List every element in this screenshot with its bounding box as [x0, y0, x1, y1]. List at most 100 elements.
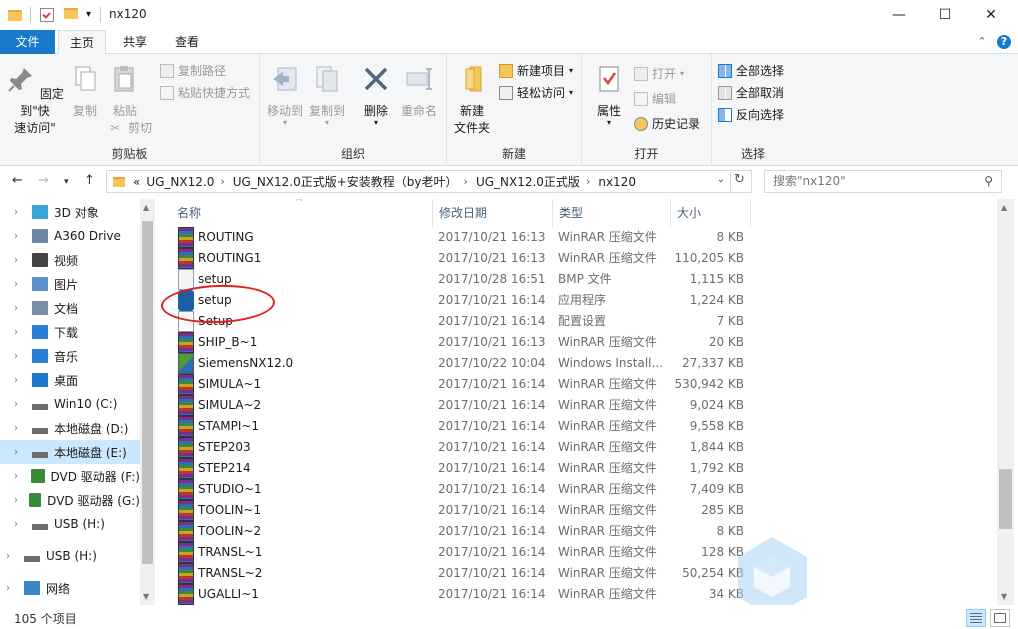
nav-item[interactable]: › Win10 (C:) — [0, 392, 140, 416]
properties-quick-icon[interactable] — [40, 8, 54, 22]
scroll-down-icon[interactable]: ▼ — [143, 592, 149, 601]
minimize-button[interactable]: — — [876, 0, 922, 30]
new-folder-quick-icon[interactable] — [64, 8, 78, 19]
file-row[interactable]: STAMPI~1 2017/10/21 16:14 WinRAR 压缩文件 9,558… — [170, 416, 750, 437]
scroll-up-icon[interactable]: ▲ — [143, 203, 149, 212]
chevron-right-icon[interactable]: › — [220, 175, 224, 188]
edit-button[interactable]: 编辑 — [634, 89, 676, 109]
up-arrow-icon[interactable]: ↑ — [84, 173, 95, 188]
file-row[interactable]: SIMULA~2 2017/10/21 16:14 WinRAR 压缩文件 9,024… — [170, 395, 750, 416]
expand-chevron-icon[interactable]: › — [14, 231, 26, 242]
nav-item[interactable]: › 本地磁盘 (E:) — [0, 440, 140, 464]
expand-chevron-icon[interactable]: › — [14, 423, 26, 434]
customize-toolbar-icon[interactable]: ▾ — [86, 9, 91, 20]
expand-chevron-icon[interactable]: › — [6, 583, 18, 594]
column-header-type[interactable]: 类型 — [553, 199, 671, 227]
back-arrow-icon[interactable]: ← — [12, 173, 23, 188]
nav-scroll-thumb[interactable] — [142, 221, 153, 564]
file-row[interactable]: STEP214 2017/10/21 16:14 WinRAR 压缩文件 1,792 … — [170, 458, 750, 479]
file-row[interactable]: SIMULA~1 2017/10/21 16:14 WinRAR 压缩文件 530,9… — [170, 374, 750, 395]
tab-home[interactable]: 主页 — [58, 30, 106, 55]
file-row[interactable]: SiemensNX12.0 2017/10/22 10:04 Windows Ins… — [170, 353, 750, 374]
rename-button[interactable]: 重命名 — [397, 64, 441, 120]
breadcrumb-item[interactable]: UG_NX12.0 — [146, 175, 214, 189]
file-row[interactable]: SHIP_B~1 2017/10/21 16:13 WinRAR 压缩文件 20 KB — [170, 332, 750, 353]
move-to-button[interactable]: 移动到 ▾ — [265, 64, 305, 127]
open-button[interactable]: 打开 ▾ — [634, 64, 684, 84]
file-row[interactable]: TRANSL~1 2017/10/21 16:14 WinRAR 压缩文件 128 K… — [170, 542, 750, 563]
tab-view[interactable]: 查看 — [164, 30, 210, 54]
new-folder-button[interactable]: 新建 文件夹 — [451, 64, 493, 137]
collapse-ribbon-icon[interactable]: ⌃ — [975, 35, 989, 49]
expand-chevron-icon[interactable]: › — [14, 279, 26, 290]
scroll-up-icon[interactable]: ▲ — [1001, 203, 1007, 212]
file-row[interactable]: setup 2017/10/28 16:51 BMP 文件 1,115 KB — [170, 269, 750, 290]
file-list-scroll-thumb[interactable] — [999, 469, 1012, 529]
select-all-button[interactable]: 全部选择 — [718, 61, 784, 81]
expand-chevron-icon[interactable]: › — [14, 303, 26, 314]
paste-shortcut-button[interactable]: 粘贴快捷方式 — [160, 83, 250, 103]
address-dropdown-icon[interactable]: ⌄ — [717, 174, 725, 185]
file-list-scrollbar[interactable]: ▲ ▼ — [997, 199, 1014, 605]
breadcrumb-item[interactable]: UG_NX12.0正式版 — [476, 173, 580, 190]
nav-item[interactable]: › 音乐 — [0, 344, 140, 368]
easy-access-button[interactable]: 轻松访问 ▾ — [499, 83, 573, 103]
nav-scrollbar[interactable]: ▲ ▼ — [140, 199, 155, 605]
expand-chevron-icon[interactable]: › — [14, 255, 26, 266]
file-row[interactable]: STUDIO~1 2017/10/21 16:14 WinRAR 压缩文件 7,409… — [170, 479, 750, 500]
properties-button[interactable]: 属性 ▾ — [590, 64, 628, 127]
expand-chevron-icon[interactable]: › — [14, 207, 26, 218]
nav-item[interactable]: › 3D 对象 — [0, 200, 140, 224]
copy-path-button[interactable]: 复制路径 — [160, 61, 226, 81]
search-box[interactable]: ⚲ — [764, 170, 1002, 193]
help-icon[interactable]: ? — [997, 35, 1011, 49]
expand-chevron-icon[interactable]: › — [14, 519, 26, 530]
nav-item[interactable]: › 下载 — [0, 320, 140, 344]
file-row[interactable]: UGALLI~1 2017/10/21 16:14 WinRAR 压缩文件 34 KB — [170, 584, 750, 605]
new-item-button[interactable]: 新建项目 ▾ — [499, 61, 573, 81]
forward-arrow-icon[interactable]: → — [38, 173, 49, 188]
close-button[interactable]: ✕ — [968, 0, 1014, 30]
refresh-icon[interactable]: ↻ — [730, 172, 748, 191]
search-input[interactable] — [773, 171, 978, 191]
invert-selection-button[interactable]: 反向选择 — [718, 105, 784, 125]
breadcrumb-item[interactable]: nx120 — [598, 175, 636, 189]
copy-button[interactable]: 复制 — [66, 64, 104, 120]
expand-chevron-icon[interactable]: › — [6, 551, 18, 562]
cut-button[interactable]: ✂ 剪切 — [110, 118, 152, 138]
nav-item[interactable]: › 图片 — [0, 272, 140, 296]
breadcrumb-item[interactable]: UG_NX12.0正式版+安装教程（by老叶） — [233, 173, 458, 190]
paste-button[interactable]: 粘贴 — [106, 64, 144, 120]
pin-quick-access-button[interactable]: 固定到"快 速访问" — [4, 64, 66, 137]
maximize-button[interactable]: ☐ — [922, 0, 968, 30]
file-row[interactable]: TOOLIN~1 2017/10/21 16:14 WinRAR 压缩文件 285 K… — [170, 500, 750, 521]
nav-item[interactable]: › A360 Drive — [0, 224, 140, 248]
expand-chevron-icon[interactable]: › — [14, 447, 26, 458]
expand-chevron-icon[interactable]: › — [14, 495, 23, 506]
column-header-date[interactable]: 修改日期 — [433, 199, 553, 227]
tab-file[interactable]: 文件 — [0, 30, 55, 54]
details-view-button[interactable] — [966, 609, 986, 627]
scroll-down-icon[interactable]: ▼ — [1001, 592, 1007, 601]
nav-item[interactable]: › 桌面 — [0, 368, 140, 392]
expand-chevron-icon[interactable]: › — [14, 375, 26, 386]
file-row[interactable]: TRANSL~2 2017/10/21 16:14 WinRAR 压缩文件 50,25… — [170, 563, 750, 584]
file-row[interactable]: TOOLIN~2 2017/10/21 16:14 WinRAR 压缩文件 8 KB — [170, 521, 750, 542]
nav-item[interactable]: › USB (H:) — [0, 544, 132, 568]
file-row[interactable]: ROUTING 2017/10/21 16:13 WinRAR 压缩文件 8 KB — [170, 227, 750, 248]
recent-locations-icon[interactable]: ▾ — [64, 177, 69, 187]
search-icon[interactable]: ⚲ — [984, 174, 993, 188]
column-header-name[interactable]: 名称 — [171, 199, 433, 227]
file-row[interactable]: ROUTING1 2017/10/21 16:13 WinRAR 压缩文件 110,2… — [170, 248, 750, 269]
delete-button[interactable]: 删除 ▾ — [358, 64, 394, 127]
expand-chevron-icon[interactable]: › — [14, 399, 26, 410]
breadcrumb-overflow[interactable]: « — [133, 175, 140, 189]
nav-item[interactable]: › DVD 驱动器 (F:) — [0, 464, 140, 488]
expand-chevron-icon[interactable]: › — [14, 351, 26, 362]
nav-item[interactable]: › 视频 — [0, 248, 140, 272]
nav-item[interactable]: › 本地磁盘 (D:) — [0, 416, 140, 440]
column-header-size[interactable]: 大小 — [671, 199, 751, 227]
address-bar[interactable]: « UG_NX12.0 › UG_NX12.0正式版+安装教程（by老叶） › … — [106, 170, 752, 193]
tab-share[interactable]: 共享 — [112, 30, 158, 54]
chevron-right-icon[interactable]: › — [586, 175, 590, 188]
